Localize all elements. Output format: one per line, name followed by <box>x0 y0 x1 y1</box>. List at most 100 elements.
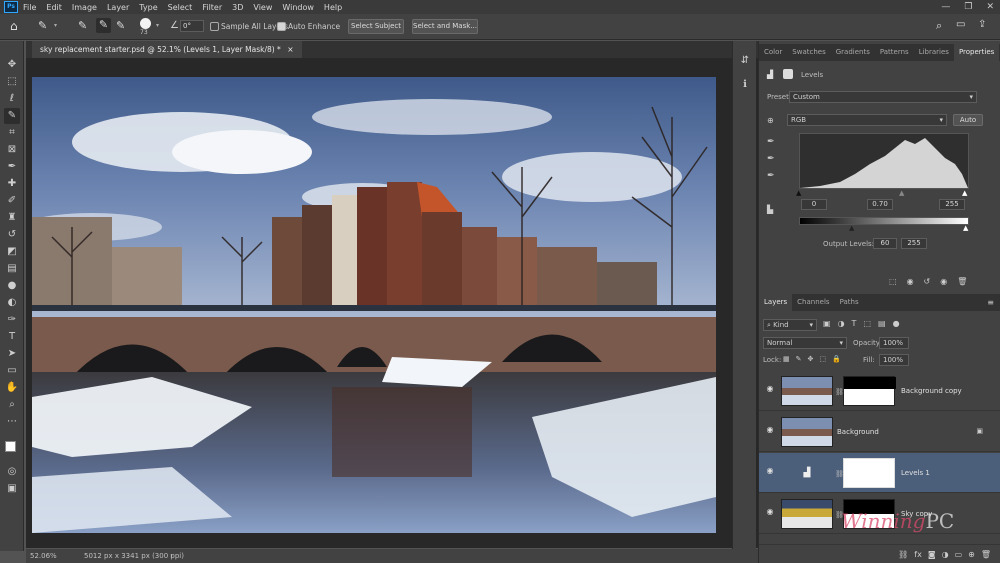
add-to-selection-icon[interactable]: ✎ <box>96 18 111 33</box>
pixel-filter-icon[interactable]: ▣ <box>823 319 831 328</box>
close-document-icon[interactable]: × <box>287 45 293 54</box>
preset-dropdown[interactable]: Custom ▾ <box>789 91 977 103</box>
input-levels-slider[interactable]: ▲ ▲ ▲ <box>796 189 969 197</box>
frame-tool-icon[interactable]: ⊠ <box>4 142 20 158</box>
search-icon[interactable]: ⌕ <box>936 19 942 33</box>
new-adjustment-icon[interactable]: ◑ <box>942 550 949 559</box>
pen-tool-icon[interactable]: ✑ <box>4 312 20 328</box>
tab-layers[interactable]: Layers <box>759 294 793 311</box>
crop-tool-icon[interactable]: ⌗ <box>4 125 20 141</box>
auto-enhance-checkbox[interactable] <box>277 22 286 31</box>
healing-brush-tool-icon[interactable]: ✚ <box>4 176 20 192</box>
lock-all-icon[interactable]: 🔒 <box>832 355 841 363</box>
restore-button[interactable]: ❐ <box>964 0 972 14</box>
fx-icon[interactable]: fx <box>914 550 922 559</box>
layer-filter-dropdown[interactable]: ⌕ Kind ▾ <box>763 319 817 331</box>
output-black-handle[interactable]: ▲ <box>849 224 854 232</box>
lock-pixels-icon[interactable]: ✎ <box>796 355 802 363</box>
lock-transparent-icon[interactable]: ▦ <box>783 355 790 363</box>
angle-field[interactable]: 0° <box>180 20 204 32</box>
foreground-color-swatch[interactable] <box>5 441 16 452</box>
zoom-level[interactable]: 52.06% <box>30 549 57 563</box>
menu-layer[interactable]: Layer <box>102 3 134 12</box>
quick-selection-tool-icon[interactable]: ✎ <box>4 108 20 124</box>
tab-properties[interactable]: Properties <box>953 44 1000 61</box>
eyedropper-tool-icon[interactable]: ✒ <box>4 159 20 175</box>
layer-mask-thumbnail[interactable] <box>843 376 896 406</box>
layer-row[interactable]: ◉ ▟ ⛓ Levels 1 <box>759 453 1000 493</box>
document-canvas[interactable] <box>32 77 716 533</box>
eye-icon[interactable]: ◉ <box>765 507 775 517</box>
menu-view[interactable]: View <box>248 3 277 12</box>
minimize-button[interactable]: — <box>941 0 950 14</box>
menu-help[interactable]: Help <box>319 3 347 12</box>
fill-field[interactable]: 100% <box>879 354 909 366</box>
output-black-field[interactable]: 60 <box>873 238 897 249</box>
smart-object-filter-icon[interactable]: ▤ <box>878 319 886 328</box>
brush-picker-chevron-icon[interactable]: ▾ <box>156 22 159 29</box>
tab-channels[interactable]: Channels <box>792 294 834 311</box>
tab-libraries[interactable]: Libraries <box>914 44 954 61</box>
delete-layer-icon[interactable]: 🗑 <box>981 550 991 559</box>
mask-icon[interactable] <box>783 69 793 79</box>
select-and-mask-button[interactable]: Select and Mask... <box>412 19 478 34</box>
menu-file[interactable]: File <box>18 3 41 12</box>
type-filter-icon[interactable]: T <box>852 319 857 328</box>
link-layers-icon[interactable]: ⛓ <box>898 550 908 559</box>
zoom-tool-icon[interactable]: ⌕ <box>4 397 20 413</box>
delete-adjustment-icon[interactable]: 🗑 <box>957 277 967 286</box>
workspace-icon[interactable]: ▭ <box>956 19 965 30</box>
sample-all-layers-checkbox[interactable] <box>210 22 219 31</box>
layer-mask-thumbnail[interactable] <box>843 458 895 488</box>
share-icon[interactable]: ⇪ <box>978 19 986 30</box>
new-selection-icon[interactable]: ✎ <box>78 19 87 32</box>
gray-input-handle[interactable]: ▲ <box>899 189 904 197</box>
visibility-icon[interactable]: ◉ <box>940 277 947 286</box>
adjustment-filter-icon[interactable]: ◑ <box>838 319 845 328</box>
input-white-field[interactable]: 255 <box>939 199 965 210</box>
lasso-tool-icon[interactable]: ℓ <box>4 91 20 107</box>
move-tool-icon[interactable]: ✥ <box>4 57 20 73</box>
black-input-handle[interactable]: ▲ <box>796 189 801 197</box>
clone-stamp-tool-icon[interactable]: ♜ <box>4 210 20 226</box>
menu-3d[interactable]: 3D <box>227 3 248 12</box>
input-black-field[interactable]: 0 <box>801 199 827 210</box>
lock-position-icon[interactable]: ✥ <box>808 355 814 363</box>
opacity-field[interactable]: 100% <box>879 337 909 349</box>
channel-target-icon[interactable]: ⊕ <box>767 116 774 125</box>
input-gray-field[interactable]: 0.70 <box>867 199 893 210</box>
auto-button[interactable]: Auto <box>953 114 983 126</box>
reset-icon[interactable]: ↺ <box>924 277 931 286</box>
eye-icon[interactable]: ◉ <box>765 384 775 394</box>
tool-preset-chevron-icon[interactable]: ▾ <box>54 22 57 29</box>
blend-mode-dropdown[interactable]: Normal ▾ <box>763 337 847 349</box>
new-layer-icon[interactable]: ⊕ <box>968 550 975 559</box>
menu-select[interactable]: Select <box>163 3 198 12</box>
lock-artboard-icon[interactable]: ⬚ <box>819 355 826 363</box>
home-icon[interactable]: ⌂ <box>10 19 18 33</box>
quick-select-tool-icon[interactable]: ✎ <box>38 19 47 32</box>
hand-tool-icon[interactable]: ✋ <box>4 380 20 396</box>
panel-menu-icon[interactable]: ≡ <box>987 298 994 307</box>
filter-toggle-icon[interactable]: ● <box>893 319 900 328</box>
shape-filter-icon[interactable]: ⬚ <box>863 319 871 328</box>
status-menu-chevron-icon[interactable]: › <box>170 549 173 563</box>
white-input-handle[interactable]: ▲ <box>962 189 967 197</box>
path-selection-tool-icon[interactable]: ➤ <box>4 346 20 362</box>
clipping-icon[interactable]: ▙ <box>767 205 773 214</box>
select-subject-button[interactable]: Select Subject <box>348 19 404 34</box>
close-window-button[interactable]: ✕ <box>986 0 994 14</box>
menu-edit[interactable]: Edit <box>41 3 67 12</box>
quick-mask-icon[interactable]: ◎ <box>4 464 20 480</box>
tab-gradients[interactable]: Gradients <box>831 44 875 61</box>
tab-color[interactable]: Color <box>759 44 787 61</box>
tab-swatches[interactable]: Swatches <box>787 44 830 61</box>
menu-type[interactable]: Type <box>134 3 162 12</box>
history-brush-tool-icon[interactable]: ↺ <box>4 227 20 243</box>
view-previous-icon[interactable]: ◉ <box>907 277 914 286</box>
blur-tool-icon[interactable]: ● <box>4 278 20 294</box>
channel-dropdown[interactable]: RGB ▾ <box>787 114 947 126</box>
black-point-eyedropper-icon[interactable]: ✒ <box>767 137 775 147</box>
layer-row[interactable]: ◉ ⛓ Background copy <box>759 371 1000 411</box>
output-white-field[interactable]: 255 <box>901 238 927 249</box>
